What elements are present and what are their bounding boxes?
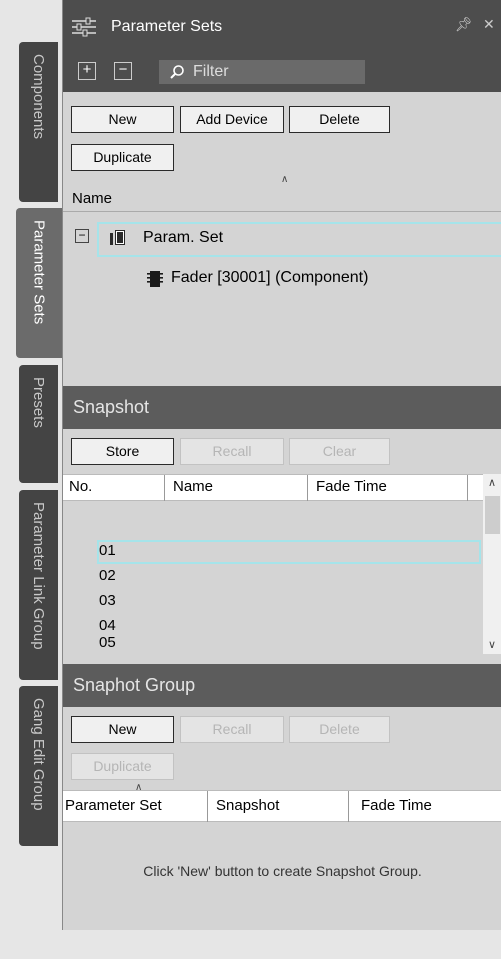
duplicate-button[interactable]: Duplicate	[71, 144, 174, 171]
column-divider	[348, 791, 349, 822]
tree-expander-icon[interactable]: −	[75, 229, 89, 243]
snapshot-col-no[interactable]: No.	[69, 478, 92, 495]
group-col-fade-time[interactable]: Fade Time	[361, 797, 432, 814]
tree-item-fader-label[interactable]: Fader [30001] (Component)	[171, 269, 368, 287]
filter-input[interactable]: Filter	[159, 60, 365, 84]
tree-column-name[interactable]: Name	[72, 190, 112, 207]
snapshot-row[interactable]: 01	[99, 542, 116, 559]
snapshot-group-section-header: Snaphot Group	[63, 664, 501, 707]
snapshot-group-empty-message: Click 'New' button to create Snapshot Gr…	[143, 863, 422, 879]
scroll-up-icon[interactable]: ∧	[488, 476, 496, 489]
column-divider	[307, 475, 308, 501]
snapshot-group-grid-header: Parameter Set Snapshot Fade Time	[63, 790, 501, 822]
snapshot-group-title: Snaphot Group	[73, 675, 196, 695]
tab-parameter-sets[interactable]: Parameter Sets	[16, 208, 62, 358]
tab-components[interactable]: Components	[19, 42, 58, 202]
store-button[interactable]: Store	[71, 438, 174, 465]
recall-button[interactable]: Recall	[180, 438, 284, 465]
sort-indicator-icon: ∧	[281, 174, 289, 185]
search-icon	[169, 64, 185, 88]
snapshot-scrollbar[interactable]: ∧ ∨	[483, 474, 501, 654]
group-col-snapshot[interactable]: Snapshot	[216, 797, 279, 814]
snapshot-row[interactable]: 03	[99, 592, 116, 609]
snapshot-section-header: Snapshot	[63, 386, 501, 429]
tab-presets-label: Presets	[30, 377, 47, 428]
snapshot-col-fade-time[interactable]: Fade Time	[316, 478, 387, 495]
expand-all-icon[interactable]: +	[78, 62, 96, 80]
scrollbar-thumb[interactable]	[485, 496, 500, 534]
dock-tabs: Components Parameter Sets Presets Parame…	[0, 0, 62, 959]
tab-parameter-sets-label: Parameter Sets	[30, 220, 48, 325]
pin-icon[interactable]: 📌︎	[455, 16, 473, 33]
snapshot-title: Snapshot	[73, 397, 150, 417]
fader-component-icon	[147, 270, 163, 292]
column-divider	[467, 475, 468, 501]
tab-components-label: Components	[30, 54, 47, 140]
scroll-down-icon[interactable]: ∨	[488, 638, 496, 651]
tab-gang-edit-group[interactable]: Gang Edit Group	[19, 686, 58, 846]
panel-title: Parameter Sets	[111, 18, 223, 35]
delete-button[interactable]: Delete	[289, 106, 390, 133]
tab-presets[interactable]: Presets	[19, 365, 58, 483]
new-button[interactable]: New	[71, 106, 174, 133]
sliders-icon	[71, 17, 97, 41]
group-duplicate-button[interactable]: Duplicate	[71, 753, 174, 780]
parameter-sets-panel: Parameter Sets 📌︎ ✕ + − Filter New Add D…	[62, 0, 501, 930]
snapshot-row[interactable]: 02	[99, 567, 116, 584]
clear-button[interactable]: Clear	[289, 438, 390, 465]
tree-header-divider	[63, 211, 501, 212]
tab-parameter-link-group[interactable]: Parameter Link Group	[19, 490, 58, 680]
group-delete-button[interactable]: Delete	[289, 716, 390, 743]
tab-parameter-link-group-label: Parameter Link Group	[30, 502, 47, 650]
tree-toolbar: + − Filter	[63, 54, 501, 92]
snapshot-grid-header: No. Name Fade Time	[63, 474, 483, 501]
filter-placeholder: Filter	[193, 63, 229, 80]
tab-gang-edit-group-label: Gang Edit Group	[30, 698, 47, 811]
snapshot-row[interactable]: 05	[99, 634, 116, 651]
snapshot-row[interactable]: 04	[99, 617, 116, 634]
panel-titlebar: Parameter Sets 📌︎ ✕	[63, 0, 501, 54]
column-divider	[207, 791, 208, 822]
column-divider	[164, 475, 165, 501]
tree-item-param-set-label: Param. Set	[143, 229, 224, 246]
group-new-button[interactable]: New	[71, 716, 174, 743]
snapshot-col-name[interactable]: Name	[173, 478, 213, 495]
group-recall-button[interactable]: Recall	[180, 716, 284, 743]
group-col-parameter-set[interactable]: Parameter Set	[65, 797, 162, 814]
close-icon[interactable]: ✕	[483, 16, 495, 33]
param-set-icon	[109, 229, 127, 251]
collapse-all-icon[interactable]: −	[114, 62, 132, 80]
snapshot-selected-row[interactable]	[97, 540, 481, 564]
add-device-button[interactable]: Add Device	[180, 106, 284, 133]
